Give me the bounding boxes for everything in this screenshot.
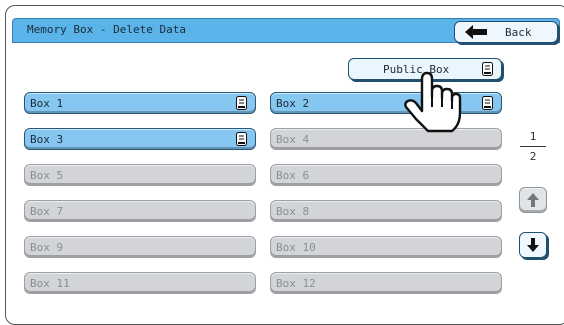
box-label: Box 4 [276,133,310,146]
box-label: Box 5 [30,169,64,182]
box-label: Box 10 [276,241,316,254]
scroll-up-button[interactable] [519,187,547,213]
page-divider [520,146,546,147]
box-label: Box 7 [30,205,64,218]
back-button-label: Back [505,26,532,39]
down-arrow-icon [527,238,539,252]
box-button-6: Box 6 [270,164,502,186]
box-label: Box 2 [276,97,310,110]
document-icon [236,132,247,146]
back-button[interactable]: Back [454,21,558,43]
box-label: Box 8 [276,205,310,218]
box-button-2[interactable]: Box 2 [270,92,502,114]
page-title: Memory Box - Delete Data [27,23,186,36]
box-button-9: Box 9 [24,236,256,258]
box-button-5: Box 5 [24,164,256,186]
up-arrow-icon [527,193,539,207]
box-button-7: Box 7 [24,200,256,222]
box-label: Box 11 [30,277,70,290]
box-button-3[interactable]: Box 3 [24,128,256,150]
document-icon [482,96,493,110]
box-label: Box 3 [30,133,64,146]
document-icon [482,62,493,76]
total-pages: 2 [529,150,537,163]
box-button-10: Box 10 [270,236,502,258]
box-label: Box 1 [30,97,64,110]
page-indicator: 1 2 [520,130,546,163]
box-button-11: Box 11 [24,272,256,294]
left-arrow-icon [465,25,487,39]
box-label: Box 9 [30,241,64,254]
box-button-12: Box 12 [270,272,502,294]
box-button-4: Box 4 [270,128,502,150]
box-label: Box 6 [276,169,310,182]
box-button-1[interactable]: Box 1 [24,92,256,114]
box-label: Box 12 [276,277,316,290]
document-icon [236,96,247,110]
current-page: 1 [529,130,537,143]
scroll-down-button[interactable] [519,232,547,258]
public-box-button[interactable]: Public Box [348,58,502,80]
public-box-label: Public Box [383,63,450,76]
box-button-8: Box 8 [270,200,502,222]
